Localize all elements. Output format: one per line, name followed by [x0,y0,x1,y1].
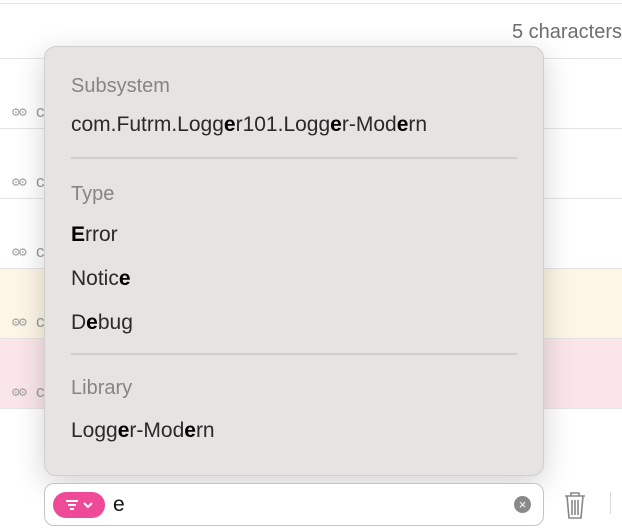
suggestion-text: bug [97,311,133,334]
chevron-down-icon [83,502,93,509]
suggestion-text: r101.Logg [235,113,331,136]
suggestion-text: rn [195,419,215,442]
match-highlight: e [396,113,409,136]
suggestion-text: D [71,311,87,334]
filter-menu-button[interactable] [53,492,105,518]
search-input[interactable]: e [113,493,125,517]
filter-icon [66,500,93,510]
character-count: 5 characters [511,21,622,43]
suggestion-text: rror [85,223,118,246]
suggestion-text: r-Mod [129,419,185,442]
gear-icon: ⚙⚙ [11,247,28,259]
gear-icon: ⚙⚙ [11,107,28,119]
suggestion-item[interactable]: com.Futrm.Logger101.Logger-Modern [71,113,427,137]
suggestion-item[interactable]: Notice [71,267,131,291]
gear-icon: ⚙⚙ [11,177,28,189]
section-header: Subsystem [71,75,170,97]
section-header: Library [71,377,133,399]
match-highlight: e [118,267,131,290]
toolbar-divider [610,492,611,514]
suggestion-item[interactable]: Error [71,223,118,247]
suggestion-text: rn [408,113,428,136]
section-header: Type [71,183,115,205]
suggestion-item[interactable]: Debug [71,311,133,335]
section-divider [71,157,517,159]
gear-icon: ⚙⚙ [11,387,28,399]
search-suggestions-popup: Subsystem com.Futrm.Logger101.Logger-Mode… [44,46,544,476]
suggestion-text: Notic [71,267,119,290]
match-highlight: e [184,419,196,442]
match-highlight: e [330,113,342,136]
search-field[interactable]: e × [44,483,544,526]
trash-icon[interactable] [562,490,588,520]
match-highlight: e [117,419,130,442]
suggestion-text: Logg [71,419,118,442]
match-highlight: e [223,113,236,136]
suggestion-text: r-Mod [341,113,397,136]
section-divider [71,353,517,355]
clear-icon[interactable]: × [514,496,531,513]
suggestion-text: com.Futrm.Logg [71,113,224,136]
gear-icon: ⚙⚙ [11,317,28,329]
match-highlight: e [86,311,98,334]
suggestion-item[interactable]: Logger-Modern [71,419,215,443]
match-highlight: E [71,223,86,246]
